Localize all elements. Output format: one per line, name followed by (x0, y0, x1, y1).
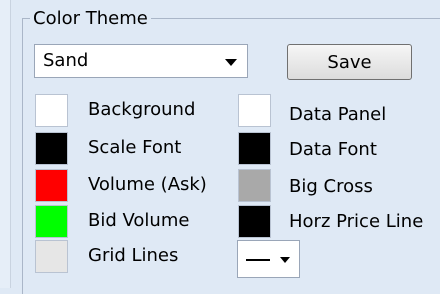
data-font-label: Data Font (289, 139, 377, 160)
color-theme-legend: Color Theme (30, 8, 151, 30)
left-panel-edge (0, 0, 11, 288)
big-cross-label: Big Cross (289, 176, 373, 197)
scale-font-color-swatch[interactable] (35, 132, 68, 165)
theme-select[interactable]: Sand (34, 44, 248, 78)
background-label: Background (88, 99, 196, 120)
grid-lines-label: Grid Lines (88, 245, 179, 266)
data-panel-color-swatch[interactable] (238, 94, 271, 127)
bid-volume-label: Bid Volume (88, 210, 190, 231)
grid-lines-color-swatch[interactable] (35, 240, 68, 273)
theme-select-value: Sand (43, 50, 89, 71)
data-font-color-swatch[interactable] (238, 132, 271, 165)
background-color-swatch[interactable] (35, 94, 68, 127)
scale-font-label: Scale Font (88, 137, 182, 158)
horz-price-line-label: Horz Price Line (289, 211, 424, 232)
horz-price-line-color-swatch[interactable] (238, 205, 271, 238)
save-button[interactable]: Save (287, 44, 412, 80)
line-style-sample (246, 259, 270, 261)
chevron-down-icon (225, 59, 237, 66)
volume-ask-color-swatch[interactable] (35, 169, 68, 202)
bid-volume-color-swatch[interactable] (35, 205, 68, 238)
volume-ask-label: Volume (Ask) (88, 174, 207, 195)
big-cross-color-swatch[interactable] (238, 169, 271, 202)
line-style-select[interactable] (237, 240, 300, 278)
chevron-down-icon (280, 257, 290, 263)
data-panel-label: Data Panel (289, 104, 387, 125)
